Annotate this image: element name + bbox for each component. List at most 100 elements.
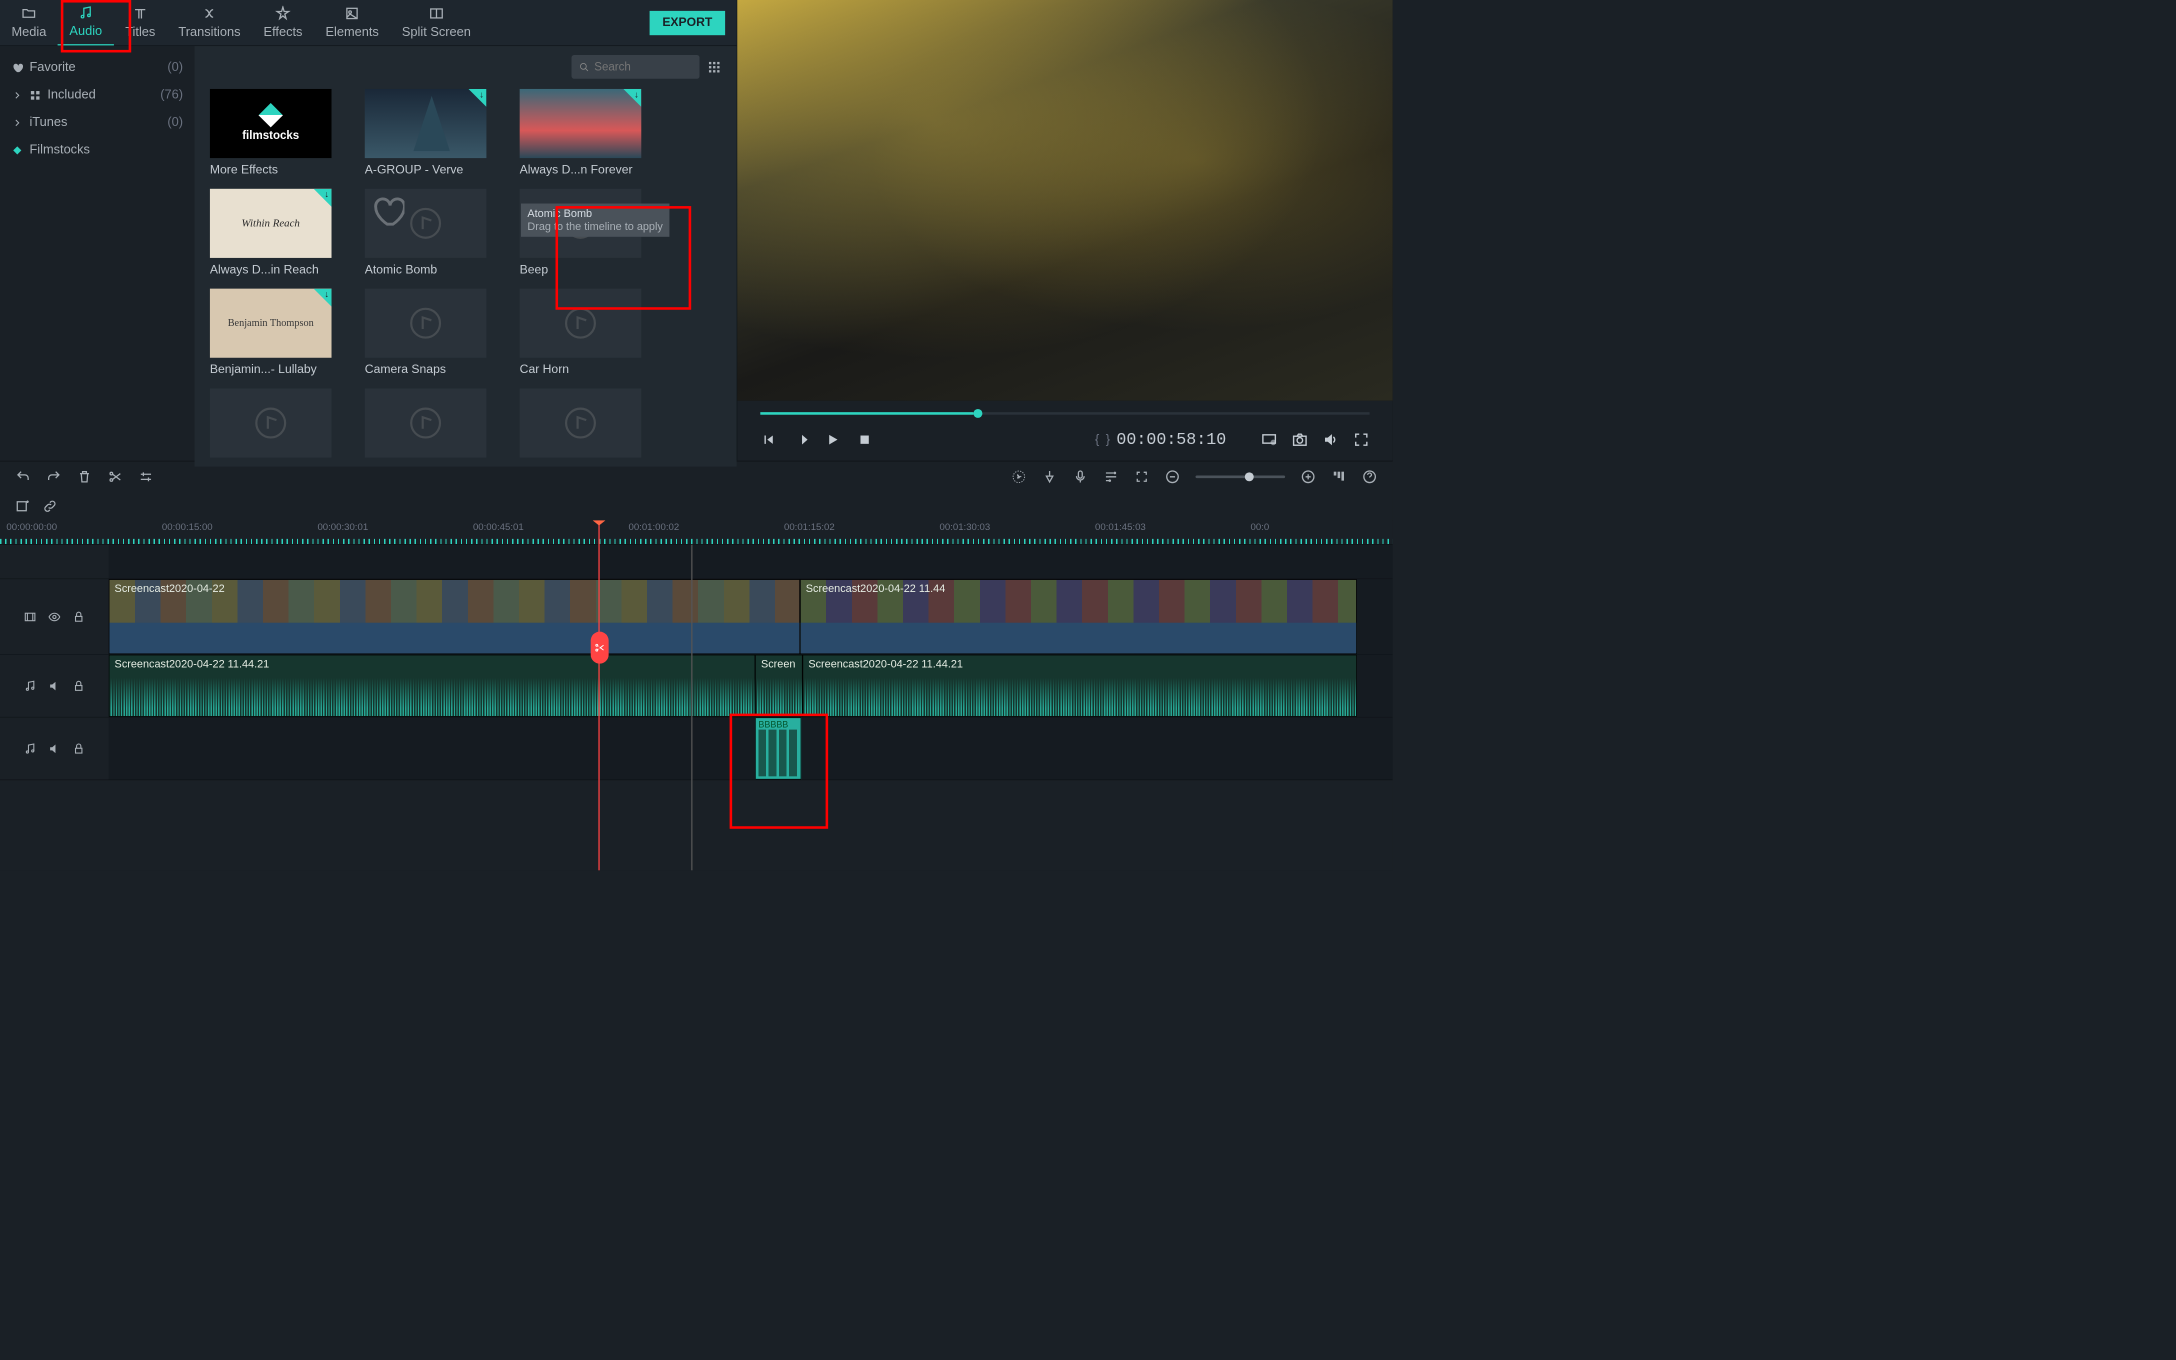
sidebar-item-filmstocks[interactable]: Filmstocks xyxy=(0,136,195,164)
speaker-icon[interactable] xyxy=(48,679,61,692)
thumb-always-reach[interactable]: Within Reach Always D...in Reach xyxy=(210,189,332,277)
clip-label: Screencast2020-04-22 11.44.21 xyxy=(109,655,754,673)
music-icon[interactable] xyxy=(24,679,37,692)
progress-thumb-icon[interactable] xyxy=(974,409,983,418)
tab-splitscreen[interactable]: Split Screen xyxy=(390,0,482,45)
tab-media[interactable]: Media xyxy=(0,0,58,45)
search-box[interactable] xyxy=(572,55,700,79)
link-button[interactable] xyxy=(42,499,57,514)
step-back-button[interactable] xyxy=(760,431,777,448)
sidebar-itunes-label: iTunes xyxy=(29,115,67,130)
play-pause-button[interactable] xyxy=(792,431,809,448)
tab-audio[interactable]: Audio xyxy=(58,0,114,45)
audio-placeholder-icon xyxy=(563,306,598,341)
adjust-button[interactable] xyxy=(138,469,153,484)
filmstocks-text: filmstocks xyxy=(242,128,299,141)
audio-placeholder-icon xyxy=(253,406,288,441)
brace-left-icon: { xyxy=(1095,432,1099,447)
audio-track-head xyxy=(0,655,109,717)
zoom-out-button[interactable] xyxy=(1165,469,1180,484)
clip-label: Screencast2020-04-22 11.44 xyxy=(806,582,946,595)
audio-clip-3[interactable]: Screencast2020-04-22 11.44.21 xyxy=(803,655,1357,717)
timeline-ruler[interactable]: 00:00:00:00 00:00:15:00 00:00:30:01 00:0… xyxy=(0,520,1393,544)
timeline: 00:00:00:00 00:00:15:00 00:00:30:01 00:0… xyxy=(0,461,1393,871)
redo-button[interactable] xyxy=(46,469,61,484)
display-settings-button[interactable] xyxy=(1261,431,1278,448)
music-icon[interactable] xyxy=(24,742,37,755)
effects-icon xyxy=(275,6,290,21)
voiceover-button[interactable] xyxy=(1073,469,1088,484)
audio-clip-2[interactable]: Screen xyxy=(755,655,802,717)
audio-clip-1[interactable]: Screencast2020-04-22 11.44.21 xyxy=(109,655,755,717)
tab-splitscreen-label: Split Screen xyxy=(402,25,471,40)
clip-label: Screen xyxy=(756,655,802,673)
add-track-button[interactable] xyxy=(15,499,30,514)
sidebar-item-included[interactable]: Included (76) xyxy=(0,81,195,109)
help-button[interactable] xyxy=(1362,469,1377,484)
zoom-slider[interactable] xyxy=(1196,476,1286,479)
sidebar-item-itunes[interactable]: iTunes (0) xyxy=(0,109,195,137)
track-size-button[interactable] xyxy=(1331,469,1346,484)
filmstocks-icon xyxy=(12,144,24,156)
export-button[interactable]: EXPORT xyxy=(650,11,726,35)
preview-progress[interactable] xyxy=(760,412,1369,415)
undo-button[interactable] xyxy=(15,469,30,484)
beep-audio-clip[interactable]: BBBBB xyxy=(755,717,801,779)
thumb-agroup[interactable]: A-GROUP - Verve xyxy=(365,89,487,177)
thumb-benjamin[interactable]: Benjamin Thompson Benjamin...- Lullaby xyxy=(210,289,332,377)
video-track-icon[interactable] xyxy=(24,610,37,623)
render-button[interactable] xyxy=(1011,469,1026,484)
thumb-atomic-bomb[interactable]: Atomic Bomb xyxy=(365,189,487,277)
eye-icon[interactable] xyxy=(48,610,61,623)
speaker-icon[interactable] xyxy=(48,742,61,755)
play-button[interactable] xyxy=(824,431,841,448)
split-button[interactable] xyxy=(108,469,123,484)
thumb-label: Camera Snaps xyxy=(365,363,487,377)
thumb-always-forever[interactable]: Always D...n Forever xyxy=(520,89,642,177)
sidebar-item-favorite[interactable]: Favorite (0) xyxy=(0,54,195,82)
preview-timecode: 00:00:58:10 xyxy=(1116,430,1226,449)
tab-transitions[interactable]: Transitions xyxy=(167,0,252,45)
mixer-button[interactable] xyxy=(1103,469,1118,484)
tab-audio-label: Audio xyxy=(69,24,102,39)
thumb-camera-snaps[interactable]: Camera Snaps xyxy=(365,289,487,377)
video-clip-1[interactable]: Screencast2020-04-22 xyxy=(109,579,800,654)
volume-button[interactable] xyxy=(1322,431,1339,448)
audio-placeholder-icon xyxy=(408,406,443,441)
search-input[interactable] xyxy=(594,60,692,73)
tab-elements-label: Elements xyxy=(325,25,378,40)
thumb-car-horn[interactable]: Car Horn xyxy=(520,289,642,377)
thumb-more-effects[interactable]: filmstocks More Effects xyxy=(210,89,332,177)
lock-icon[interactable] xyxy=(72,679,85,692)
thumb-extra[interactable] xyxy=(210,388,332,457)
delete-button[interactable] xyxy=(77,469,92,484)
playhead[interactable] xyxy=(598,520,599,870)
tab-transitions-label: Transitions xyxy=(178,25,240,40)
preview-video[interactable] xyxy=(737,0,1392,401)
zoom-in-button[interactable] xyxy=(1300,469,1315,484)
tooltip-body: Drag to the timeline to apply xyxy=(527,220,662,233)
lock-icon[interactable] xyxy=(72,610,85,623)
view-grid-icon[interactable] xyxy=(707,60,721,74)
titles-icon xyxy=(133,6,148,21)
sidebar: Favorite (0) Included (76) iTunes (0) xyxy=(0,46,195,466)
tab-effects[interactable]: Effects xyxy=(252,0,314,45)
thumb-extra[interactable] xyxy=(365,388,487,457)
stop-button[interactable] xyxy=(856,431,873,448)
favorite-heart-icon[interactable] xyxy=(370,194,405,229)
video-clip-2[interactable]: Screencast2020-04-22 11.44 xyxy=(800,579,1357,654)
fullscreen-button[interactable] xyxy=(1353,431,1370,448)
marker-button[interactable] xyxy=(1042,469,1057,484)
fit-button[interactable] xyxy=(1134,469,1149,484)
ruler-mark: 00:01:30:03 xyxy=(940,522,991,533)
ruler-mark: 00:0 xyxy=(1251,522,1270,533)
sidebar-included-label: Included xyxy=(47,88,95,103)
chevron-right-icon xyxy=(12,89,24,101)
snapshot-button[interactable] xyxy=(1292,431,1309,448)
tab-elements[interactable]: Elements xyxy=(314,0,390,45)
tooltip-title: Atomic Bomb xyxy=(527,207,662,220)
tab-effects-label: Effects xyxy=(264,25,303,40)
thumb-extra[interactable] xyxy=(520,388,642,457)
lock-icon[interactable] xyxy=(72,742,85,755)
tab-titles[interactable]: Titles xyxy=(114,0,167,45)
